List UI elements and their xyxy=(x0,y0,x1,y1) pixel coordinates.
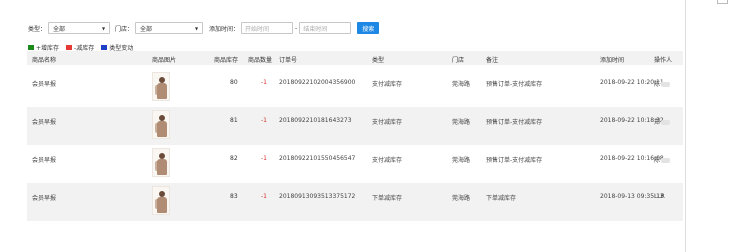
quantity-change: -1 xyxy=(261,155,267,162)
image-figure-head xyxy=(159,153,165,159)
stock-count: 82 xyxy=(230,155,238,162)
column-header: 订单号 xyxy=(279,57,298,64)
store-name: 莞海路 xyxy=(452,119,471,126)
column-header: 添加时间 xyxy=(600,57,625,64)
product-image xyxy=(152,148,170,177)
product-image xyxy=(152,186,170,215)
time-range-separator: - xyxy=(295,24,298,32)
order-number: 20180922101550456547 xyxy=(279,155,356,162)
table-header: 商品名称 商品图片 商品库存 商品数量 订单号 类型 门店 备注 添加时间 操作人 xyxy=(27,51,683,65)
image-figure-head xyxy=(159,115,165,121)
table-row: 会员早报 83 -1 20180913093513375172 下单减库存 莞海路 下单减库… xyxy=(27,183,683,221)
column-header: 门店 xyxy=(452,57,465,64)
product-name: 会员早报 xyxy=(32,157,57,164)
product-name: 会员早报 xyxy=(32,81,57,88)
image-figure-body xyxy=(157,83,167,99)
column-header: 备注 xyxy=(486,57,499,64)
type-select[interactable]: 全部 ▼ xyxy=(48,22,111,34)
legend-swatch xyxy=(66,45,73,50)
store-name: 莞海路 xyxy=(452,81,471,88)
quantity-change: -1 xyxy=(261,117,267,124)
quantity-change: -1 xyxy=(261,79,267,86)
product-image xyxy=(152,110,170,139)
column-header: 商品数量 xyxy=(248,57,273,64)
operator: 郑 xyxy=(654,117,671,126)
quantity-change: -1 xyxy=(261,193,267,200)
product-name: 会员早报 xyxy=(32,195,57,202)
change-type: 下单减库存 xyxy=(372,195,403,202)
panel-divider xyxy=(685,0,686,252)
legend-swatch xyxy=(28,45,34,50)
column-header: 商品库存 xyxy=(214,57,239,64)
table-row: 会员早报 81 -1 2018092210181643273 支付减库存 莞海路 预售订单-… xyxy=(27,107,683,145)
image-figure-body xyxy=(157,121,167,137)
product-name: 会员早报 xyxy=(32,119,57,126)
store-select-value: 全部 xyxy=(140,25,153,33)
chevron-down-icon: ▼ xyxy=(101,25,106,31)
change-type: 支付减库存 xyxy=(372,119,403,126)
image-figure-body xyxy=(157,197,167,213)
remark: 下单减库存 xyxy=(486,195,517,202)
operator-name: 郑 xyxy=(654,119,661,126)
order-number: 20180913093513375172 xyxy=(279,193,356,200)
change-type: 支付减库存 xyxy=(372,81,403,88)
remark: 预售订单-支付减库存 xyxy=(486,157,543,164)
order-number: 20180922102004356900 xyxy=(279,79,356,86)
store-name: 莞海路 xyxy=(452,157,471,164)
column-header: 商品名称 xyxy=(32,57,57,64)
column-header: 类型 xyxy=(372,57,385,64)
column-header: 商品图片 xyxy=(152,57,177,64)
operator-name: LLR xyxy=(654,193,665,200)
start-time-input[interactable]: 开始时间 xyxy=(241,22,294,34)
operator: LLR xyxy=(654,193,665,200)
remark: 预售订单-支付减库存 xyxy=(486,81,543,88)
image-figure-head xyxy=(159,191,165,197)
time-filter-label: 添加时间： xyxy=(209,25,240,33)
operator: 陈 xyxy=(654,155,671,164)
redacted-name xyxy=(661,82,671,87)
order-number: 2018092210181643273 xyxy=(279,117,352,124)
store-name: 莞海路 xyxy=(452,195,471,202)
image-figure-head xyxy=(159,77,165,83)
legend-swatch xyxy=(101,45,108,50)
redacted-name xyxy=(661,158,671,163)
table-row: 会员早报 80 -1 20180922102004356900 支付减库存 莞海路 预售订单… xyxy=(27,69,683,107)
type-filter-label: 类型： xyxy=(28,25,47,33)
start-time-placeholder: 开始时间 xyxy=(245,25,270,33)
end-time-placeholder: 结束时间 xyxy=(303,25,328,33)
table-row: 会员早报 82 -1 20180922101550456547 支付减库存 莞海路 预售订单… xyxy=(27,145,683,183)
column-header: 操作人 xyxy=(654,57,673,64)
stock-count: 80 xyxy=(230,79,238,86)
remark: 预售订单-支付减库存 xyxy=(486,119,543,126)
operator: 陈 xyxy=(654,79,671,88)
image-figure-body xyxy=(157,159,167,175)
store-filter-label: 门店： xyxy=(115,25,134,33)
redacted-name xyxy=(661,120,671,125)
chevron-down-icon: ▼ xyxy=(194,25,199,31)
window-corner-box xyxy=(717,0,728,4)
change-type: 支付减库存 xyxy=(372,157,403,164)
operator-name: 陈 xyxy=(654,157,661,164)
end-time-input[interactable]: 结束时间 xyxy=(299,22,352,34)
operator-name: 陈 xyxy=(654,81,661,88)
filter-bar: 类型： 全部 ▼ 门店： 全部 ▼ 添加时间： 开始时间 - 结束时间 搜索 xyxy=(28,21,380,35)
search-button[interactable]: 搜索 xyxy=(357,22,380,34)
stock-count: 83 xyxy=(230,193,238,200)
type-select-value: 全部 xyxy=(53,25,66,33)
product-image xyxy=(152,72,170,101)
store-select[interactable]: 全部 ▼ xyxy=(135,22,204,34)
stock-count: 81 xyxy=(230,117,238,124)
